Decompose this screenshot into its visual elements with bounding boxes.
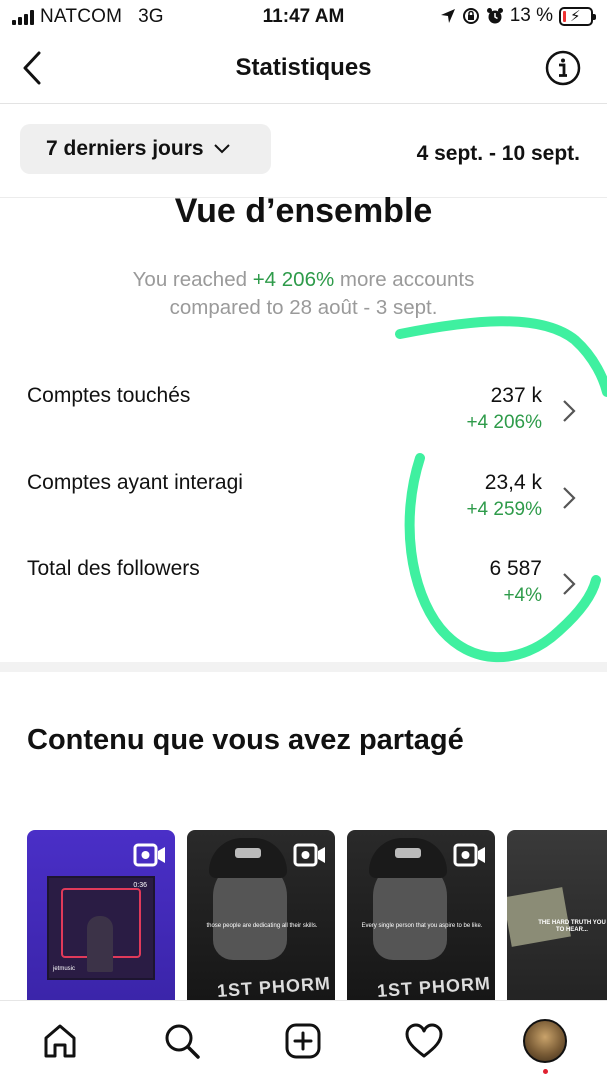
battery-fill [563,10,566,22]
search-icon [165,1024,200,1059]
content-thumbnail[interactable]: 0:36 jetmusic [27,830,175,1000]
content-thumbnails: 0:36 jetmusic those people are dedicatin… [27,830,607,1000]
metric-value: 23,4 k [484,471,542,494]
metric-delta: +4 259% [466,499,542,520]
thumbnail-image [507,887,571,947]
content-section-title: Contenu que vous avez partagé [27,724,464,756]
content-thumbnail[interactable]: those people are dedicating all their sk… [187,830,335,1000]
date-filter-row: 7 derniers jours 4 sept. - 10 sept. [0,104,607,198]
thumbnail-caption: THE HARD TRUTH YOU TO HEAR... [538,920,606,933]
metric-delta: +4 206% [466,412,542,433]
content-thumbnail[interactable]: Every single person that you aspire to b… [347,830,495,1000]
heart-icon [405,1023,443,1058]
thumbnail-shirt-text: 1ST PHORM [376,973,492,1000]
reach-suffix: more accounts [334,268,475,291]
notification-dot [543,1069,548,1074]
chevron-right-icon [563,400,576,422]
metric-value: 237 k [490,384,542,407]
metric-row-followers[interactable]: Total des followers 6 587 +4% [0,557,607,637]
alarm-clock-icon [486,8,503,24]
content-thumbnail[interactable]: THE HARD TRUTH YOU TO HEAR... [507,830,607,1000]
thumbnail-caption: Every single person that you aspire to b… [361,923,483,929]
tab-profile-avatar[interactable] [523,1019,567,1063]
chevron-down-icon [213,144,230,154]
reach-value: +4 206% [252,268,335,291]
rotation-lock-icon [462,8,479,24]
metric-label: Comptes touchés [27,384,191,407]
reach-prefix: You reached [132,268,253,291]
battery-percent: 13 % [509,5,553,26]
tab-create[interactable] [283,1021,323,1061]
status-right: 13 % ⚡ [440,5,596,27]
thumbnail-caption: those people are dedicating all their sk… [206,923,318,929]
overview-title: Vue d’ensemble [174,192,433,230]
reels-video-icon [453,843,485,867]
metric-row-engaged[interactable]: Comptes ayant interagi 23,4 k +4 259% [0,471,607,551]
metric-label: Total des followers [27,557,200,580]
reach-line-1: You reached +4 206% more accounts [0,266,607,294]
tab-home[interactable] [40,1021,80,1061]
reach-compare: compared to 28 août - 3 sept. [169,296,438,319]
reels-video-icon [293,843,325,867]
info-icon[interactable] [545,50,581,86]
reels-video-icon [133,843,165,867]
date-range-label: 7 derniers jours [46,137,204,160]
thumbnail-shirt-text: 1ST PHORM [216,973,332,1000]
metric-label: Comptes ayant interagi [27,471,243,494]
tab-activity[interactable] [404,1021,444,1061]
metric-row-reached[interactable]: Comptes touchés 237 k +4 206% [0,384,607,464]
location-arrow-icon [440,9,455,23]
bottom-tab-bar [0,1000,607,1080]
charging-bolt-icon: ⚡ [570,7,581,25]
reach-summary: You reached +4 206% more accounts compar… [0,266,607,322]
date-range-text: 4 sept. - 10 sept. [416,142,580,165]
tab-search[interactable] [162,1021,202,1061]
thumbnail-tag: jetmusic [53,966,76,972]
add-post-icon [285,1023,321,1059]
home-icon [44,1024,76,1058]
status-bar: NATCOM 3G 11:47 AM 13 % ⚡ [0,0,607,34]
page-title: Statistiques [235,54,372,81]
battery-icon: ⚡ [559,6,596,26]
section-divider [0,662,607,672]
nav-header: Statistiques [0,34,607,104]
metric-value: 6 587 [489,557,542,580]
chevron-right-icon [563,573,576,595]
date-range-dropdown[interactable]: 7 derniers jours [20,124,271,174]
thumbnail-time: 0:36 [133,882,147,889]
chevron-right-icon [563,487,576,509]
metric-delta: +4% [503,585,542,606]
thumbnail-image: 0:36 jetmusic [47,876,155,980]
